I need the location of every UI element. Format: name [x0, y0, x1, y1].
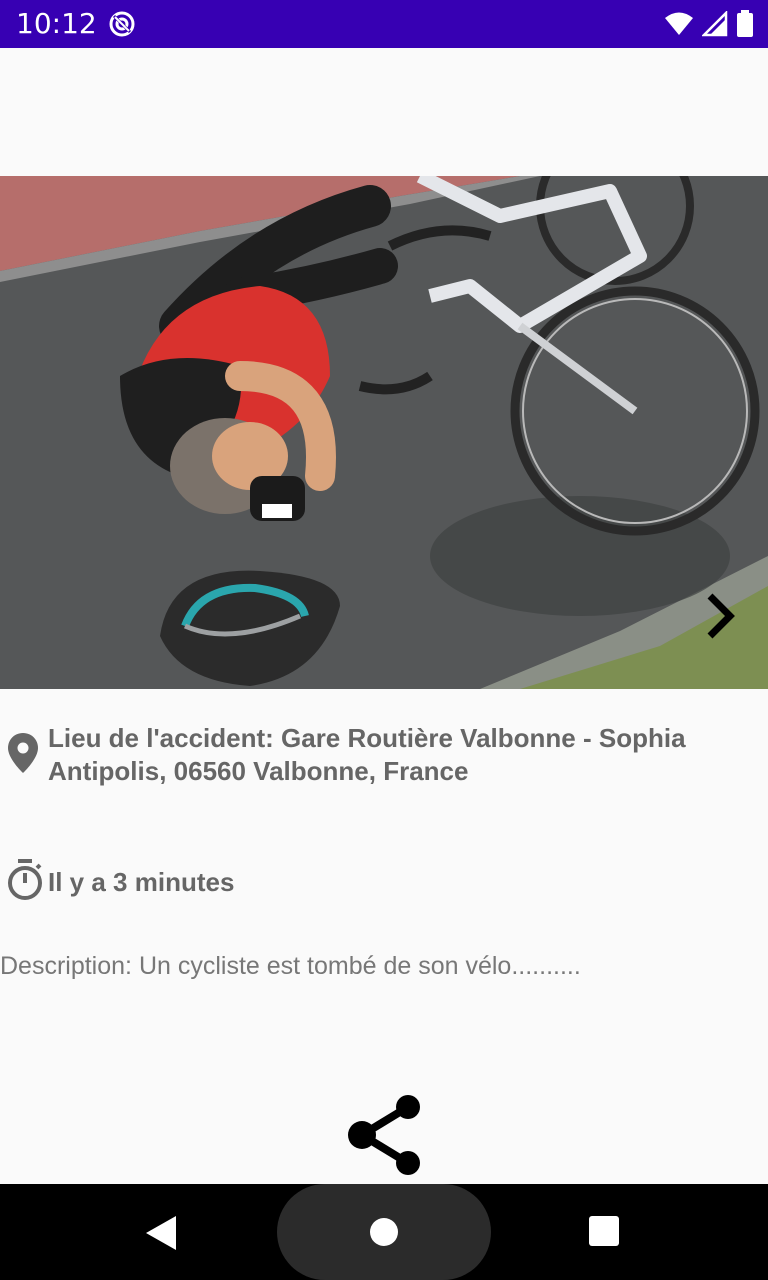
recents-icon[interactable]	[589, 1216, 619, 1246]
chevron-right-icon[interactable]	[700, 590, 740, 647]
battery-icon	[736, 10, 754, 43]
share-icon[interactable]	[344, 1093, 424, 1182]
location-text: Lieu de l'accident: Gare Routière Valbon…	[48, 723, 686, 786]
time-text: Il y a 3 minutes	[48, 867, 235, 897]
back-icon[interactable]	[146, 1216, 178, 1255]
signal-icon	[700, 9, 728, 42]
description-text: Description: Un cycliste est tombé de so…	[0, 952, 581, 980]
wifi-icon	[664, 11, 694, 42]
accident-photo	[0, 176, 768, 689]
home-icon[interactable]	[369, 1217, 399, 1252]
sync-icon	[108, 10, 136, 43]
location-pin-icon	[6, 732, 40, 779]
status-time: 10:12	[16, 7, 97, 40]
stopwatch-icon	[6, 858, 44, 907]
status-bar: 10:12	[0, 0, 768, 48]
